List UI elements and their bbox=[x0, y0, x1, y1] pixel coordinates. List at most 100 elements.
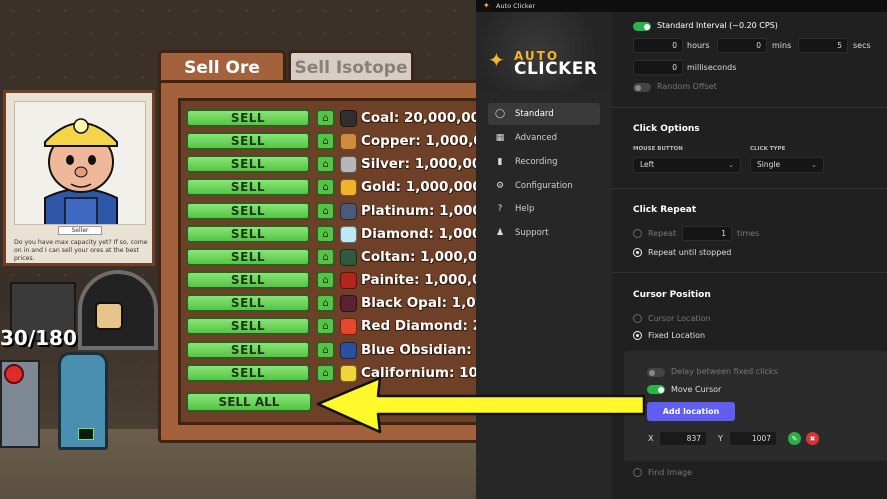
click-options-title: Click Options bbox=[633, 124, 700, 134]
ore-row: SELL ⌂ Copper: 1,000,0 bbox=[186, 131, 476, 151]
secs-label: secs bbox=[853, 41, 871, 50]
ore-gem-icon bbox=[340, 271, 357, 289]
sell-button[interactable]: SELL bbox=[186, 178, 310, 196]
nav-label: Configuration bbox=[515, 181, 573, 191]
nav-label: Support bbox=[515, 228, 549, 238]
y-coordinate-input[interactable]: 1007 bbox=[729, 431, 777, 446]
lock-icon[interactable]: ⌂ bbox=[316, 155, 335, 173]
sell-button[interactable]: SELL bbox=[186, 364, 310, 382]
delay-fixed-clicks-toggle[interactable] bbox=[647, 368, 665, 377]
lock-icon[interactable]: ⌂ bbox=[316, 364, 335, 382]
sell-button[interactable]: SELL bbox=[186, 248, 310, 266]
random-offset-toggle[interactable] bbox=[633, 83, 651, 92]
sell-button[interactable]: SELL bbox=[186, 271, 310, 289]
nav-support[interactable]: ♟ Support bbox=[488, 222, 600, 244]
tab-sell-ore[interactable]: Sell Ore bbox=[158, 50, 286, 82]
repeat-count-input[interactable]: 1 bbox=[682, 226, 732, 241]
lock-icon[interactable]: ⌂ bbox=[316, 225, 335, 243]
nav-recording[interactable]: ▮ Recording bbox=[488, 151, 600, 173]
repeat-label: Repeat bbox=[648, 229, 677, 238]
x-coordinate-input[interactable]: 837 bbox=[659, 431, 707, 446]
ore-row: SELL ⌂ Red Diamond: 2 bbox=[186, 316, 476, 336]
ore-name: Gold: 1,000,000 bbox=[361, 179, 476, 195]
grid-icon: ▦ bbox=[495, 133, 505, 143]
capacity-counter: 30/180 bbox=[0, 326, 77, 350]
sell-button[interactable]: SELL bbox=[186, 341, 310, 359]
sell-button[interactable]: SELL bbox=[186, 225, 310, 243]
lock-icon[interactable]: ⌂ bbox=[316, 109, 335, 127]
sell-button[interactable]: SELL bbox=[186, 155, 310, 173]
ore-name: Diamond: 1,000 bbox=[361, 226, 476, 242]
ore-row: SELL ⌂ Coltan: 1,000,0 bbox=[186, 247, 476, 267]
miner-npc-icon bbox=[95, 302, 123, 330]
sell-button[interactable]: SELL bbox=[186, 132, 310, 150]
ore-row: SELL ⌂ Diamond: 1,000 bbox=[186, 224, 476, 244]
mins-input[interactable]: 0 bbox=[717, 38, 767, 53]
lock-icon[interactable]: ⌂ bbox=[316, 294, 335, 312]
nav-standard[interactable]: ◯ Standard bbox=[488, 103, 600, 125]
click-type-select[interactable]: Single ⌄ bbox=[750, 157, 824, 173]
cursor-location-radio[interactable] bbox=[633, 314, 642, 323]
seller-dialog: Do you have max capacity yet? If so, com… bbox=[14, 239, 148, 262]
ore-name: Black Opal: 1,0 bbox=[361, 295, 476, 311]
autoclicker-window: ✦ Auto Clicker ✦ AUTO CLICKER ◯ Standard… bbox=[476, 0, 887, 499]
milliseconds-label: milliseconds bbox=[687, 63, 737, 72]
fixed-location-label: Fixed Location bbox=[648, 331, 706, 340]
move-cursor-label: Move Cursor bbox=[671, 385, 722, 394]
window-title: Auto Clicker bbox=[496, 2, 536, 10]
fixed-location-radio[interactable] bbox=[633, 331, 642, 340]
hours-input[interactable]: 0 bbox=[633, 38, 683, 53]
game-window: 30/180 Sell Ore Sell Isotope Seller Do y… bbox=[0, 0, 476, 499]
lock-icon[interactable]: ⌂ bbox=[316, 178, 335, 196]
logo-clicker-text: CLICKER bbox=[514, 59, 598, 79]
milliseconds-input[interactable]: 0 bbox=[633, 60, 683, 75]
move-cursor-toggle[interactable] bbox=[647, 385, 665, 394]
click-type-caption: CLICK TYPE bbox=[750, 146, 786, 152]
sell-button[interactable]: SELL bbox=[186, 294, 310, 312]
delete-trash-icon[interactable]: ✖ bbox=[806, 432, 819, 445]
nav-advanced[interactable]: ▦ Advanced bbox=[488, 127, 600, 149]
divider bbox=[612, 188, 887, 189]
ore-gem-icon bbox=[340, 364, 357, 382]
hours-label: hours bbox=[687, 41, 710, 50]
chevron-down-icon: ⌄ bbox=[811, 161, 817, 169]
ore-name: Coal: 20,000,00 bbox=[361, 110, 476, 126]
ore-gem-icon bbox=[340, 202, 357, 220]
ore-name: Californium: 10, bbox=[361, 365, 476, 381]
ore-row: SELL ⌂ Painite: 1,000,0 bbox=[186, 270, 476, 290]
standard-interval-toggle[interactable] bbox=[633, 22, 651, 31]
repeat-until-stopped-radio[interactable] bbox=[633, 248, 642, 257]
seller-card: Seller Do you have max capacity yet? If … bbox=[3, 90, 155, 266]
nav-configuration[interactable]: ⚙ Configuration bbox=[488, 175, 600, 197]
sell-all-button[interactable]: SELL ALL bbox=[186, 392, 312, 412]
lock-icon[interactable]: ⌂ bbox=[316, 271, 335, 289]
sell-button[interactable]: SELL bbox=[186, 317, 310, 335]
ore-row: SELL ⌂ Black Opal: 1,0 bbox=[186, 293, 476, 313]
sell-button[interactable]: SELL bbox=[186, 109, 310, 127]
ore-gem-icon bbox=[340, 294, 357, 312]
lock-icon[interactable]: ⌂ bbox=[316, 317, 335, 335]
add-location-button[interactable]: Add location bbox=[647, 402, 735, 421]
miner-portrait-icon bbox=[44, 118, 118, 224]
x-label: X bbox=[648, 434, 654, 443]
app-icon: ✦ bbox=[483, 1, 490, 10]
mouse-button-select[interactable]: Left ⌄ bbox=[633, 157, 741, 173]
lock-icon[interactable]: ⌂ bbox=[316, 341, 335, 359]
edit-pencil-icon[interactable]: ✎ bbox=[788, 432, 801, 445]
sell-button[interactable]: SELL bbox=[186, 202, 310, 220]
cursor-position-title: Cursor Position bbox=[633, 290, 711, 300]
secs-input[interactable]: 5 bbox=[798, 38, 848, 53]
user-icon: ♟ bbox=[495, 228, 505, 238]
tab-sell-isotope[interactable]: Sell Isotope bbox=[288, 50, 414, 82]
lock-icon[interactable]: ⌂ bbox=[316, 132, 335, 150]
lock-icon[interactable]: ⌂ bbox=[316, 248, 335, 266]
logo: ✦ AUTO CLICKER bbox=[476, 12, 612, 90]
ore-name: Blue Obsidian: 1 bbox=[361, 342, 476, 358]
nav-help[interactable]: ? Help bbox=[488, 198, 600, 220]
find-image-radio[interactable] bbox=[633, 468, 642, 477]
repeat-radio[interactable] bbox=[633, 229, 642, 238]
chevron-down-icon: ⌄ bbox=[728, 161, 734, 169]
mouse-icon: ◯ bbox=[494, 109, 506, 119]
lock-icon[interactable]: ⌂ bbox=[316, 202, 335, 220]
ore-name: Red Diamond: 2 bbox=[361, 318, 476, 334]
